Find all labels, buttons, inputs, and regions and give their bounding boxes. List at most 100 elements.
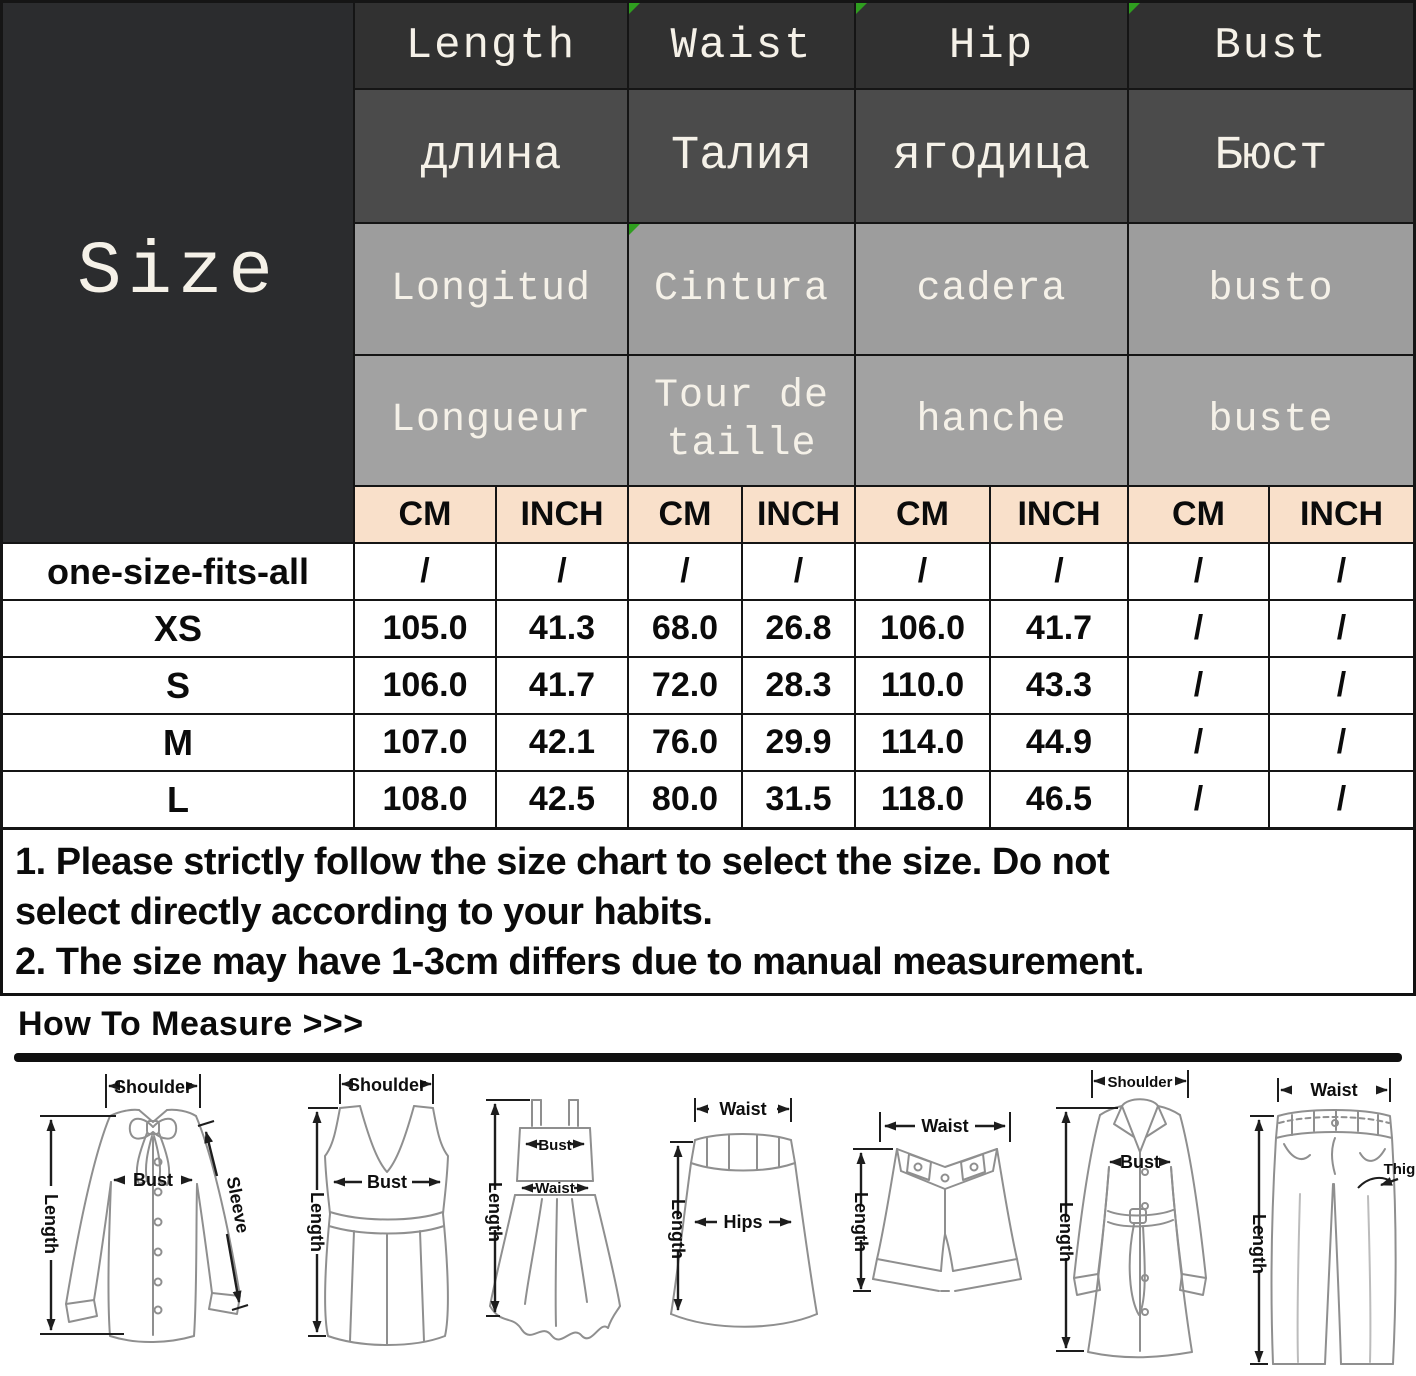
size-row-label: L	[3, 772, 353, 827]
diagram-shorts: Waist Length	[825, 1064, 1030, 1372]
label-waist: Waist	[535, 1180, 574, 1197]
unit-inch-cell: INCH	[497, 487, 627, 542]
note-line: select directly according to your habits…	[15, 887, 1401, 937]
header-bust-en: Bust	[1129, 3, 1413, 88]
diagram-dress: Length Bust Waist	[470, 1064, 640, 1372]
label-length: Length	[485, 1182, 505, 1242]
label-bust: Bust	[1120, 1152, 1160, 1172]
garment-outline	[325, 1106, 448, 1345]
unit-cm-cell: CM	[856, 487, 989, 542]
label-waist: Waist	[921, 1116, 968, 1136]
unit-cm-cell: CM	[1129, 487, 1268, 542]
unit-cm-cell: CM	[355, 487, 495, 542]
garment-outline	[1272, 1110, 1396, 1364]
measurement-cell: 41.7	[497, 658, 627, 713]
label-length: Length	[668, 1199, 688, 1259]
measurement-cell: /	[1270, 601, 1413, 656]
header-bust-fr: buste	[1129, 356, 1413, 485]
label-bust: Bust	[367, 1172, 407, 1192]
measurement-cell: 41.3	[497, 601, 627, 656]
measurement-cell: 107.0	[355, 715, 495, 770]
header-length-en: Length	[355, 3, 627, 88]
header-hip-fr: hanche	[856, 356, 1127, 485]
header-length-fr: Longueur	[355, 356, 627, 485]
measurement-cell: /	[856, 544, 989, 599]
label-length: Length	[41, 1194, 61, 1254]
measurement-cell: 28.3	[743, 658, 854, 713]
note-line: 1. Please strictly follow the size chart…	[15, 837, 1401, 887]
diagram-skirt: Waist Length Hips	[655, 1064, 825, 1372]
divider-rule	[14, 1053, 1402, 1062]
measurement-cell: 68.0	[629, 601, 741, 656]
label-shoulder: Shoulder	[114, 1077, 192, 1097]
label-length: Length	[851, 1192, 871, 1252]
garment-outline	[1074, 1099, 1206, 1357]
header-hip-es: cadera	[856, 224, 1127, 354]
measurement-cell: /	[991, 544, 1127, 599]
label-shoulder: Shoulder	[348, 1075, 426, 1095]
diagram-blouse: Shoulder Length Bust Sleeve	[20, 1064, 290, 1372]
label-hips: Hips	[723, 1212, 762, 1232]
measurement-cell: /	[1129, 544, 1268, 599]
notes-block: 1. Please strictly follow the size chart…	[0, 830, 1416, 996]
measurement-cell: 76.0	[629, 715, 741, 770]
measurement-cell: /	[1270, 658, 1413, 713]
header-length-es: Longitud	[355, 224, 627, 354]
note-line: 2. The size may have 1-3cm differs due t…	[15, 937, 1401, 987]
size-header-cell: Size	[3, 3, 353, 542]
header-bust-ru: Бюст	[1129, 90, 1413, 222]
cell-corner-marker	[856, 3, 867, 14]
measurement-cell: 114.0	[856, 715, 989, 770]
size-chart-table: Size Length Waist Hip Bust длина Талия я…	[0, 0, 1416, 830]
measurement-cell: /	[1129, 658, 1268, 713]
measurement-cell: 43.3	[991, 658, 1127, 713]
garment-outline	[66, 1110, 240, 1342]
header-hip-en: Hip	[856, 3, 1127, 88]
header-waist-es-text: Cintura	[654, 267, 829, 312]
diagram-tank-top: Shoulder Length Bust	[292, 1064, 477, 1372]
measure-diagrams: Shoulder Length Bust Sleeve Shoulder Len…	[0, 1064, 1416, 1376]
measurement-cell: /	[497, 544, 627, 599]
measurement-cell: 46.5	[991, 772, 1127, 827]
how-to-measure-heading: How To Measure >>>	[18, 1005, 1416, 1044]
header-waist-en-text: Waist	[670, 21, 812, 71]
measurement-cell: 118.0	[856, 772, 989, 827]
header-waist-ru: Талия	[629, 90, 854, 222]
measurement-cell: 31.5	[743, 772, 854, 827]
label-shoulder: Shoulder	[1107, 1074, 1172, 1091]
measurement-cell: /	[1270, 772, 1413, 827]
measurement-cell: 41.7	[991, 601, 1127, 656]
unit-cm-cell: CM	[629, 487, 741, 542]
garment-outline	[873, 1149, 1021, 1291]
measurement-cell: 80.0	[629, 772, 741, 827]
header-hip-en-text: Hip	[949, 21, 1034, 71]
header-hip-ru: ягодица	[856, 90, 1127, 222]
measurement-cell: /	[1129, 715, 1268, 770]
header-waist-en: Waist	[629, 3, 854, 88]
size-row-label: XS	[3, 601, 353, 656]
garment-outline	[490, 1100, 620, 1339]
header-bust-en-text: Bust	[1214, 21, 1328, 71]
measurement-cell: 29.9	[743, 715, 854, 770]
label-bust: Bust	[538, 1137, 571, 1154]
measurement-cell: /	[1270, 544, 1413, 599]
unit-inch-cell: INCH	[1270, 487, 1413, 542]
measurement-cell: 26.8	[743, 601, 854, 656]
measurement-cell: 105.0	[355, 601, 495, 656]
measurement-cell: 42.5	[497, 772, 627, 827]
label-waist: Waist	[1310, 1080, 1357, 1100]
header-length-ru: длина	[355, 90, 627, 222]
cell-corner-marker	[629, 224, 640, 235]
label-waist: Waist	[719, 1099, 766, 1119]
measurement-cell: /	[743, 544, 854, 599]
measurement-cell: 106.0	[856, 601, 989, 656]
diagram-coat: Shoulder Length Bust	[1040, 1064, 1225, 1372]
label-length: Length	[307, 1192, 327, 1252]
measurement-cell: 42.1	[497, 715, 627, 770]
header-waist-fr: Tour de taille	[629, 356, 854, 485]
measurement-cell: /	[1270, 715, 1413, 770]
diagram-pants: Waist Length Thigh	[1240, 1064, 1416, 1372]
label-thigh: Thigh	[1384, 1161, 1416, 1178]
label-length: Length	[1056, 1202, 1076, 1262]
label-length: Length	[1249, 1214, 1269, 1274]
